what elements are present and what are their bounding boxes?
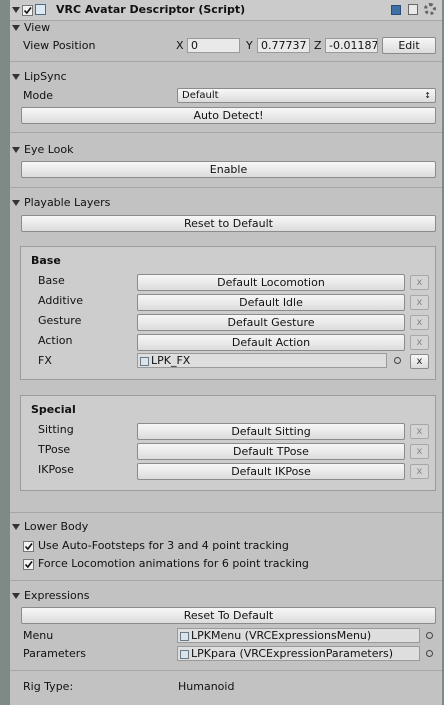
- view-position-z-field[interactable]: -0.01187: [325, 38, 378, 53]
- foldout-arrow-icon: [12, 200, 20, 206]
- script-icon: [35, 4, 46, 15]
- playable-foldout[interactable]: Playable Layers: [12, 196, 110, 210]
- force-locomotion-checkbox[interactable]: [23, 559, 34, 570]
- rig-type-label: Rig Type:: [23, 680, 74, 693]
- preset-icon[interactable]: [408, 4, 418, 15]
- parameters-label: Parameters: [23, 647, 86, 660]
- expressions-foldout[interactable]: Expressions: [12, 589, 89, 603]
- action-layer-button[interactable]: Default Action: [137, 334, 405, 351]
- asset-icon: [180, 631, 189, 641]
- ikpose-layer-button[interactable]: Default IKPose: [137, 463, 405, 480]
- separator: [10, 512, 442, 513]
- rig-type-value: Humanoid: [178, 680, 235, 693]
- gesture-layer-button[interactable]: Default Gesture: [137, 314, 405, 331]
- inspector-panel: VRC Avatar Descriptor (Script) View View…: [10, 0, 442, 705]
- menu-value: LPKMenu (VRCExpressionsMenu): [191, 629, 372, 642]
- base-layer-button[interactable]: Default Locomotion: [137, 274, 405, 291]
- eyelook-header: Eye Look: [24, 143, 74, 156]
- enable-eyelook-button[interactable]: Enable: [21, 161, 436, 178]
- layer-label: Gesture: [38, 314, 82, 327]
- edit-button[interactable]: Edit: [382, 37, 436, 54]
- additive-layer-button[interactable]: Default Idle: [137, 294, 405, 311]
- clear-layer-button[interactable]: x: [410, 424, 429, 439]
- dropdown-arrows-icon: ↕: [424, 91, 431, 100]
- clear-layer-button[interactable]: x: [410, 275, 429, 290]
- separator: [10, 187, 442, 188]
- menu-label: Menu: [23, 629, 54, 642]
- view-position-y-field[interactable]: 0.77737: [257, 38, 310, 53]
- animator-controller-icon: [140, 356, 149, 366]
- object-picker-icon[interactable]: [394, 357, 401, 364]
- separator: [10, 670, 442, 671]
- fx-controller-field[interactable]: LPK_FX: [137, 353, 387, 368]
- layer-label: Action: [38, 334, 73, 347]
- auto-footsteps-checkbox[interactable]: [23, 541, 34, 552]
- foldout-arrow-icon: [12, 74, 20, 80]
- special-section-title: Special: [31, 403, 76, 416]
- fx-value: LPK_FX: [151, 354, 191, 367]
- foldout-arrow-icon: [12, 147, 20, 153]
- reset-expressions-button[interactable]: Reset To Default: [21, 607, 436, 624]
- component-title: VRC Avatar Descriptor (Script): [56, 3, 246, 16]
- separator: [10, 132, 442, 133]
- layer-label: TPose: [38, 443, 71, 456]
- layer-label: Base: [38, 274, 65, 287]
- foldout-arrow-icon: [12, 25, 20, 31]
- layer-label: IKPose: [38, 463, 74, 476]
- view-position-label: View Position: [23, 39, 96, 52]
- z-label: Z: [314, 39, 322, 52]
- fx-label: FX: [38, 354, 52, 367]
- auto-footsteps-label: Use Auto-Footsteps for 3 and 4 point tra…: [38, 539, 289, 552]
- base-layers-box: Base Base Default Locomotion x Additive …: [20, 246, 436, 380]
- tpose-layer-button[interactable]: Default TPose: [137, 443, 405, 460]
- mode-value: Default: [182, 90, 219, 101]
- force-locomotion-label: Force Locomotion animations for 6 point …: [38, 557, 309, 570]
- base-section-title: Base: [31, 254, 61, 267]
- auto-detect-button[interactable]: Auto Detect!: [21, 107, 436, 124]
- lipsync-header: LipSync: [24, 70, 67, 83]
- layer-label: Additive: [38, 294, 83, 307]
- parameters-value: LPKpara (VRCExpressionParameters): [191, 647, 394, 660]
- clear-layer-button[interactable]: x: [410, 295, 429, 310]
- expressions-header: Expressions: [24, 589, 90, 602]
- mode-dropdown[interactable]: Default ↕: [177, 88, 436, 103]
- foldout-arrow-icon: [12, 524, 20, 530]
- clear-fx-button[interactable]: x: [410, 354, 429, 369]
- special-layers-box: Special Sitting Default Sitting x TPose …: [20, 395, 436, 491]
- view-foldout[interactable]: View: [12, 21, 50, 35]
- clear-layer-button[interactable]: x: [410, 464, 429, 479]
- sitting-layer-button[interactable]: Default Sitting: [137, 423, 405, 440]
- expressions-menu-field[interactable]: LPKMenu (VRCExpressionsMenu): [177, 628, 420, 643]
- y-label: Y: [246, 39, 253, 52]
- mode-label: Mode: [23, 89, 53, 102]
- view-position-x-field[interactable]: 0: [187, 38, 240, 53]
- lipsync-foldout[interactable]: LipSync: [12, 70, 67, 84]
- object-picker-icon[interactable]: [426, 632, 433, 639]
- object-picker-icon[interactable]: [426, 650, 433, 657]
- view-header: View: [24, 21, 51, 34]
- clear-layer-button[interactable]: x: [410, 315, 429, 330]
- foldout-arrow-icon[interactable]: [12, 7, 20, 13]
- separator: [10, 61, 442, 62]
- separator: [10, 580, 442, 581]
- asset-icon: [180, 649, 189, 659]
- eyelook-foldout[interactable]: Eye Look: [12, 143, 74, 157]
- component-enabled-checkbox[interactable]: [22, 5, 33, 16]
- settings-gear-icon[interactable]: [424, 3, 436, 15]
- lowerbody-foldout[interactable]: Lower Body: [12, 520, 88, 534]
- clear-layer-button[interactable]: x: [410, 444, 429, 459]
- reset-layers-button[interactable]: Reset to Default: [21, 215, 436, 232]
- help-book-icon[interactable]: [391, 5, 401, 15]
- foldout-arrow-icon: [12, 593, 20, 599]
- x-label: X: [176, 39, 184, 52]
- layer-label: Sitting: [38, 423, 74, 436]
- expressions-parameters-field[interactable]: LPKpara (VRCExpressionParameters): [177, 646, 420, 661]
- playable-header: Playable Layers: [24, 196, 111, 209]
- clear-layer-button[interactable]: x: [410, 335, 429, 350]
- lowerbody-header: Lower Body: [24, 520, 89, 533]
